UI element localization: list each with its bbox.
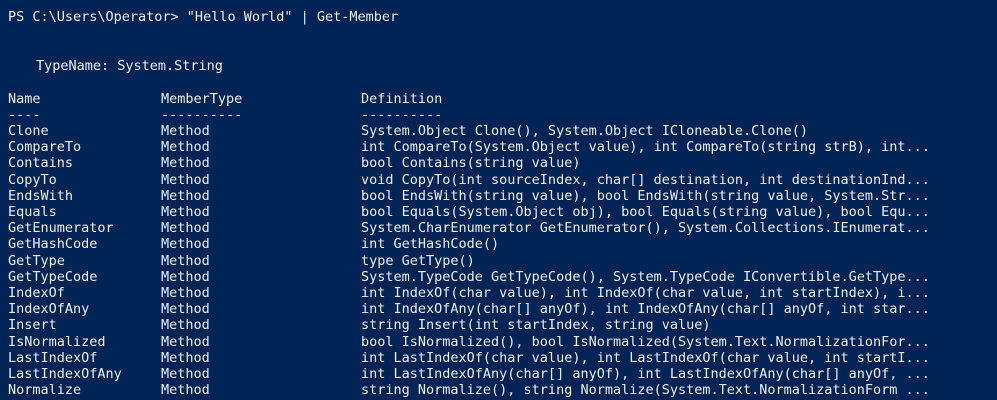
- member-definition: int IndexOf(char value), int IndexOf(cha…: [361, 285, 930, 301]
- member-name: CopyTo: [8, 171, 57, 188]
- member-definition: int GetHashCode(): [361, 236, 500, 253]
- member-definition: System.CharEnumerator GetEnumerator(), S…: [361, 220, 930, 237]
- separator-name: ----: [8, 107, 41, 123]
- member-definition: bool IsNormalized(), bool IsNormalized(S…: [361, 333, 930, 350]
- member-type: Method: [161, 155, 210, 172]
- member-name: IndexOf: [8, 285, 65, 301]
- table-row: Equals Method bool Equals(System.Object ob…: [8, 204, 993, 220]
- header-member-type: MemberType: [161, 91, 243, 107]
- typename-line: TypeName: System.String: [36, 58, 223, 74]
- member-name: Equals: [8, 204, 57, 220]
- member-name: GetTypeCode: [8, 268, 98, 285]
- member-type: Method: [161, 204, 210, 220]
- member-definition: type GetType(): [361, 252, 475, 269]
- table-row: LastIndexOfAny Method int LastIndexOfAny(c…: [8, 366, 993, 382]
- member-type: Method: [161, 187, 210, 204]
- prompt-line: PS C:\Users\Operator> "Hello World" | Ge…: [8, 9, 399, 25]
- member-definition: System.TypeCode GetTypeCode(), System.Ty…: [361, 268, 930, 285]
- member-name: Normalize: [8, 382, 82, 399]
- member-definition: void CopyTo(int sourceIndex, char[] dest…: [361, 171, 930, 188]
- member-name: Contains: [8, 155, 74, 172]
- table-row: GetHashCode Method int GetHashCode(): [8, 236, 993, 252]
- member-name: GetType: [8, 252, 65, 269]
- member-type: Method: [161, 317, 210, 334]
- table-row: Clone Method System.Object Clone(), System…: [8, 123, 993, 139]
- table-row: GetType Method type GetType(): [8, 253, 993, 269]
- member-definition: System.Object Clone(), System.Object ICl…: [361, 123, 809, 139]
- header-name: Name: [8, 91, 41, 107]
- member-name: GetEnumerator: [8, 220, 114, 237]
- member-definition: int LastIndexOf(char value), int LastInd…: [361, 349, 930, 366]
- member-definition: string Normalize(), string Normalize(Sys…: [361, 382, 930, 399]
- member-type: Method: [161, 382, 210, 399]
- member-name: CompareTo: [8, 139, 82, 156]
- member-type: Method: [161, 301, 210, 318]
- member-type: Method: [161, 349, 210, 366]
- member-name: LastIndexOf: [8, 349, 98, 366]
- powershell-console[interactable]: PS C:\Users\Operator> "Hello World" | Ge…: [0, 0, 997, 400]
- table-row: CopyTo Method void CopyTo(int sourceIndex,…: [8, 172, 993, 188]
- member-name: IsNormalized: [8, 333, 106, 350]
- separator-definition: ----------: [361, 107, 443, 123]
- member-definition: int CompareTo(System.Object value), int …: [361, 139, 930, 156]
- table-row: Normalize Method string Normalize(), strin…: [8, 382, 993, 398]
- member-definition: bool Contains(string value): [361, 155, 581, 172]
- separator-member-type: ----------: [161, 107, 243, 123]
- table-row: CompareTo Method int CompareTo(System.Obje…: [8, 139, 993, 155]
- table-row: Insert Method string Insert(int startIndex…: [8, 317, 993, 333]
- member-definition: int LastIndexOfAny(char[] anyOf), int La…: [361, 366, 930, 382]
- member-name: Clone: [8, 123, 49, 139]
- member-name: EndsWith: [8, 187, 74, 204]
- header-definition: Definition: [361, 91, 443, 107]
- member-type: Method: [161, 268, 210, 285]
- member-name: LastIndexOfAny: [8, 366, 122, 382]
- member-type: Method: [161, 252, 210, 269]
- table-row: EndsWith Method bool EndsWith(string value…: [8, 188, 993, 204]
- member-name: IndexOfAny: [8, 301, 90, 318]
- member-definition: bool Equals(System.Object obj), bool Equ…: [361, 204, 930, 220]
- table-row: GetTypeCode Method System.TypeCode GetType…: [8, 269, 993, 285]
- member-type: Method: [161, 285, 210, 301]
- header-row: Name MemberType Definition: [8, 91, 993, 107]
- table-row: IndexOfAny Method int IndexOfAny(char[] an…: [8, 301, 993, 317]
- separator-row: ---- ---------- ----------: [8, 107, 993, 123]
- member-type: Method: [161, 236, 210, 253]
- table-row: Contains Method bool Contains(string value…: [8, 155, 993, 171]
- member-definition: string Insert(int startIndex, string val…: [361, 317, 711, 334]
- member-type: Method: [161, 123, 210, 139]
- table-row: GetEnumerator Method System.CharEnumerator…: [8, 220, 993, 236]
- member-definition: int IndexOfAny(char[] anyOf), int IndexO…: [361, 301, 930, 318]
- member-definition: bool EndsWith(string value), bool EndsWi…: [361, 187, 930, 204]
- member-type: Method: [161, 366, 210, 382]
- member-name: Insert: [8, 317, 57, 334]
- member-type: Method: [161, 220, 210, 237]
- member-type: Method: [161, 171, 210, 188]
- table-row: IndexOf Method int IndexOf(char value), in…: [8, 285, 993, 301]
- member-type: Method: [161, 139, 210, 156]
- table-row: LastIndexOf Method int LastIndexOf(char va…: [8, 350, 993, 366]
- member-type: Method: [161, 333, 210, 350]
- table-row: IsNormalized Method bool IsNormalized(), b…: [8, 334, 993, 350]
- member-name: GetHashCode: [8, 236, 98, 253]
